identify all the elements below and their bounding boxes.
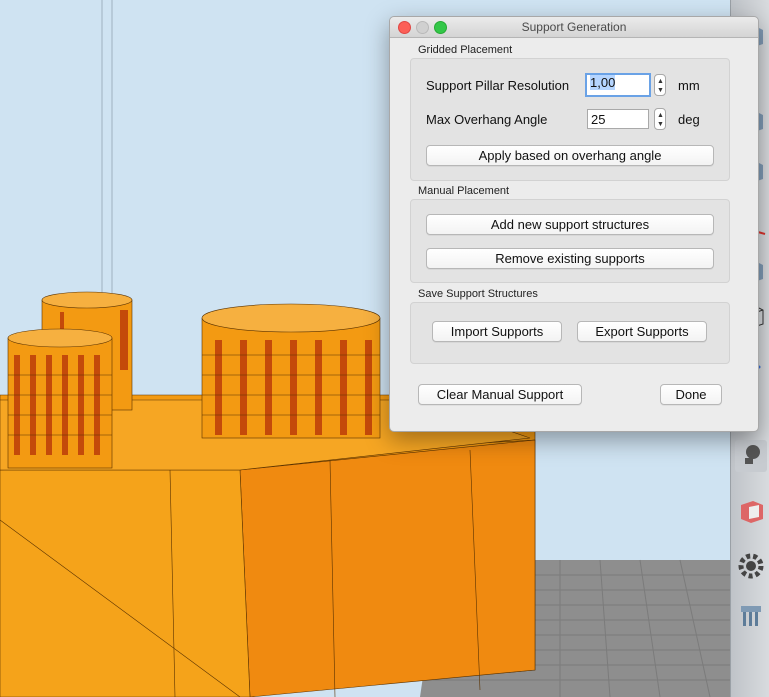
resolution-stepper[interactable]: ▲ ▼ <box>654 74 666 96</box>
angle-input[interactable]: 25 <box>587 109 649 129</box>
add-supports-button[interactable]: Add new support structures <box>426 214 714 235</box>
angle-unit: deg <box>678 112 700 127</box>
remove-supports-button[interactable]: Remove existing supports <box>426 248 714 269</box>
manual-placement-heading: Manual Placement <box>418 185 510 197</box>
import-supports-button[interactable]: Import Supports <box>432 321 562 342</box>
support-icon[interactable] <box>735 600 767 632</box>
support-generation-dialog: Support Generation Gridded Placement Sup… <box>389 16 759 432</box>
cut-cube-icon[interactable] <box>735 495 767 527</box>
export-supports-button[interactable]: Export Supports <box>577 321 707 342</box>
manual-placement-group <box>410 199 730 283</box>
dialog-titlebar[interactable]: Support Generation <box>390 17 758 38</box>
angle-stepper[interactable]: ▲ ▼ <box>654 108 666 130</box>
dialog-title: Support Generation <box>521 20 627 34</box>
save-supports-heading: Save Support Structures <box>418 288 538 300</box>
gridded-placement-heading: Gridded Placement <box>418 44 513 56</box>
resolution-unit: mm <box>678 78 700 93</box>
apply-overhang-button[interactable]: Apply based on overhang angle <box>426 145 714 166</box>
resolution-label: Support Pillar Resolution <box>426 78 570 93</box>
done-button[interactable]: Done <box>660 384 722 405</box>
angle-label: Max Overhang Angle <box>426 112 548 127</box>
light-bulb-icon[interactable] <box>735 440 767 472</box>
resolution-input[interactable]: 1,00 <box>585 73 651 97</box>
clear-manual-support-button[interactable]: Clear Manual Support <box>418 384 582 405</box>
resolution-value: 1,00 <box>590 75 616 90</box>
gear-icon[interactable] <box>735 550 767 582</box>
